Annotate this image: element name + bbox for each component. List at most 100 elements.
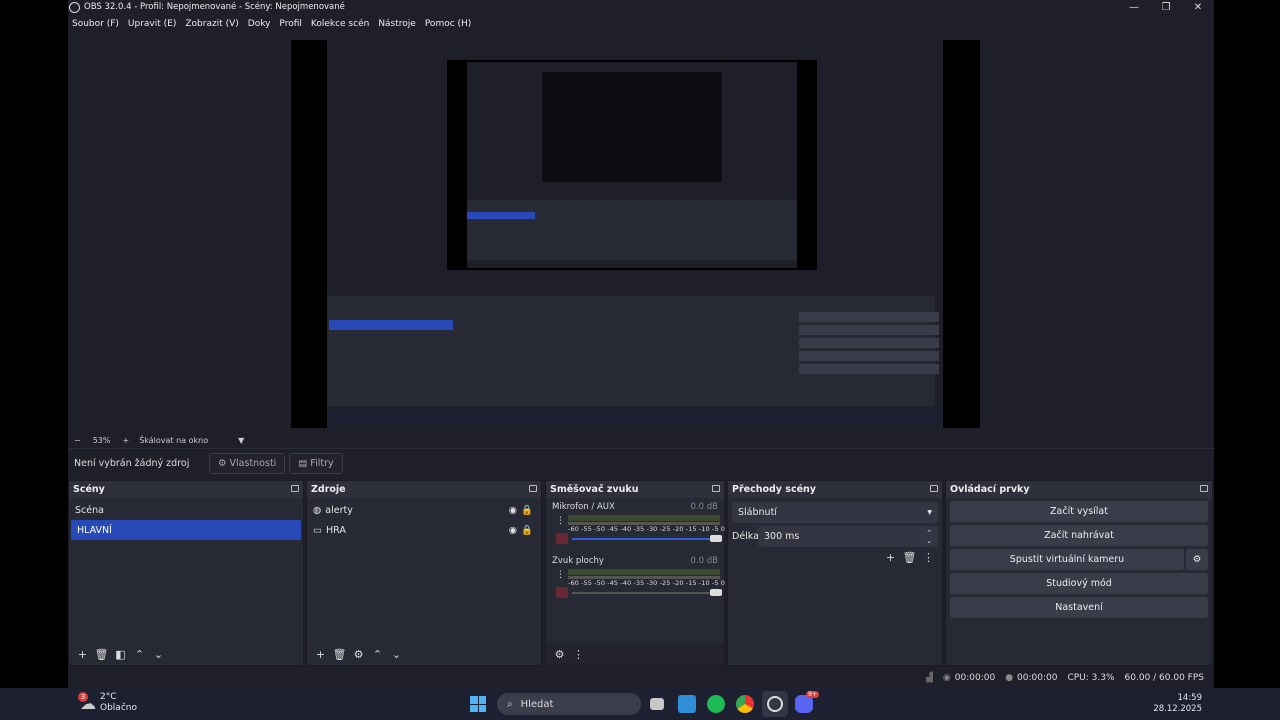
mixer-dock-header: Směšovač zvuku [546,481,724,498]
maximize-button[interactable]: ❐ [1150,0,1182,14]
start-virtual-camera-button[interactable]: Spustit virtuální kameru [950,549,1184,570]
clock[interactable]: 14:59 28.12.2025 [1153,693,1202,715]
menu-scene-collection[interactable]: Kolekce scén [311,19,369,29]
move-up-icon[interactable]: ⌃ [368,648,387,661]
weather-desc: Oblačno [100,703,137,713]
properties-button[interactable]: ⚙ Vlastnosti [209,453,286,474]
menu-edit[interactable]: Upravit (E) [128,19,176,29]
mixer-channel: Mikrofon / AUX 0.0 dB ⋮ -60 -55 -50 -45 … [550,500,725,550]
move-down-icon[interactable]: ⌄ [387,648,406,661]
kebab-menu-icon[interactable]: ⋮ [556,516,565,526]
windows-start-icon[interactable] [470,696,486,712]
preview-canvas[interactable] [291,40,980,428]
status-bar: ▟ ◉ 00:00:00 ● 00:00:00 CPU: 3.3% 60.00 … [68,668,1214,688]
discord-icon[interactable]: 9+ [795,691,819,713]
move-down-icon[interactable]: ⌄ [149,648,168,661]
add-source-icon[interactable]: + [311,648,330,661]
volume-slider[interactable] [572,589,722,596]
filters-button[interactable]: ▤ Filtry [289,453,343,474]
kebab-menu-icon[interactable]: ⋮ [556,570,565,580]
mute-icon[interactable] [556,587,568,598]
menu-tools[interactable]: Nástroje [378,19,416,29]
trash-icon[interactable]: 🗑 [330,648,349,661]
transition-select[interactable]: Slábnutí ▾ [732,502,938,523]
controls-dock-header: Ovládací prvky [946,481,1212,498]
trash-icon[interactable]: 🗑 [900,551,919,564]
spotify-icon[interactable] [707,695,725,713]
weather-widget[interactable]: ☁ 3 2°C Oblačno [78,691,137,714]
undock-icon[interactable] [712,485,720,492]
mute-icon[interactable] [556,533,568,544]
volume-slider[interactable] [572,535,722,542]
scene-filters-icon[interactable]: ◧ [111,648,130,661]
spinner-icon[interactable]: ⌃ ⌄ [926,529,932,545]
chevron-down-icon: ▾ [927,507,932,518]
meter-scale: -60 -55 -50 -45 -40 -35 -30 -25 -20 -15 … [568,525,725,533]
gear-icon[interactable]: ⚙ [349,648,368,661]
meter-scale: -60 -55 -50 -45 -40 -35 -30 -25 -20 -15 … [568,579,725,587]
close-button[interactable]: ✕ [1182,0,1214,14]
scale-mode-select[interactable]: Škálovat na okno [139,436,208,445]
source-item[interactable]: ◍ alerty ◉ 🔒 [307,500,541,520]
menu-docks[interactable]: Doky [248,19,271,29]
properties-label: Vlastnosti [229,458,277,469]
title-bar: OBS 32.0.4 - Profil: Nepojmenované - Scé… [68,0,1214,14]
undock-icon[interactable] [291,485,299,492]
volume-meter [568,515,720,521]
undock-icon[interactable] [930,485,938,492]
taskbar-search[interactable]: ⌕ Hledat [497,693,641,715]
scenes-title: Scény [73,484,105,495]
nested-obs-window [327,40,943,428]
move-up-icon[interactable]: ⌃ [130,648,149,661]
zoom-value: 53% [92,435,111,445]
duration-field[interactable]: 300 ms ⌃ ⌄ [758,526,938,547]
task-view-icon[interactable] [650,698,664,710]
sources-dock-header: Zdroje [307,481,541,498]
studio-mode-button[interactable]: Studiový mód [950,573,1208,594]
lock-icon[interactable]: 🔒 [521,505,533,516]
add-scene-icon[interactable]: + [73,648,92,661]
weather-temp: 2°C [100,692,117,702]
undock-icon[interactable] [1200,485,1208,492]
menu-file[interactable]: Soubor (F) [72,19,119,29]
app-f-icon[interactable] [678,695,696,713]
stream-icon: ◉ [942,673,951,683]
search-icon: ⌕ [507,698,513,710]
trash-icon[interactable]: 🗑 [92,648,111,661]
controls-dock: Ovládací prvky Začít vysílat Začít nahrá… [945,480,1213,666]
taskbar: ☁ 3 2°C Oblačno ⌕ Hledat 9+ 14:59 28.12.… [0,688,1280,720]
settings-button[interactable]: Nastavení [950,597,1208,618]
transitions-dock-header: Přechody scény [728,481,942,498]
start-streaming-button[interactable]: Začít vysílat [950,501,1208,522]
clock-date: 28.12.2025 [1153,704,1202,714]
scene-transitions-dock: Přechody scény Slábnutí ▾ Délka 300 ms ⌃… [727,480,943,666]
virtual-camera-settings-button[interactable]: ⚙ [1186,549,1208,570]
obs-taskbar-icon[interactable] [762,691,788,717]
zoom-out-button[interactable]: − [74,436,81,445]
clock-time: 14:59 [1177,693,1203,703]
kebab-menu-icon[interactable]: ⋮ [569,648,588,661]
scene-item[interactable]: Scéna [69,500,303,520]
zoom-in-button[interactable]: + [122,436,129,445]
menu-profile[interactable]: Profil [279,19,301,29]
lock-icon[interactable]: 🔒 [521,525,533,536]
kebab-menu-icon[interactable]: ⋮ [919,551,938,564]
start-recording-button[interactable]: Začít nahrávat [950,525,1208,546]
minimize-button[interactable]: — [1118,0,1150,14]
chrome-icon[interactable] [736,695,754,713]
add-transition-icon[interactable]: + [881,551,900,564]
menu-view[interactable]: Zobrazit (V) [185,19,238,29]
scene-item-selected[interactable]: HLAVNÍ [71,520,301,540]
gear-icon: ⚙ [1192,554,1202,565]
record-time: 00:00:00 [1017,673,1058,683]
mixer-settings-icon[interactable]: ⚙ [550,648,569,661]
channel-db: 0.0 dB [690,556,718,566]
chevron-down-icon[interactable]: ▼ [238,436,244,445]
source-name: alerty [325,504,353,516]
source-name: HRA [325,524,346,536]
source-item[interactable]: ▭ HRA ◉ 🔒 [307,520,541,540]
eye-icon[interactable]: ◉ [509,525,517,536]
undock-icon[interactable] [529,485,537,492]
eye-icon[interactable]: ◉ [509,505,517,516]
menu-help[interactable]: Pomoc (H) [425,19,472,29]
